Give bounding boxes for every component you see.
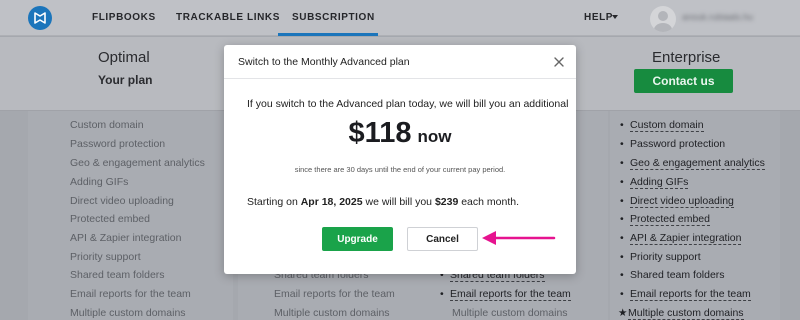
features-enterprise: • Custom domain • Password protection • Geo…	[610, 111, 780, 320]
feature-item: Email reports for the team	[274, 288, 395, 300]
plan-optimal-name: Optimal	[98, 49, 150, 66]
contact-us-button[interactable]: Contact us	[634, 69, 733, 93]
feature-item[interactable]: • Protected embed	[620, 213, 710, 226]
dialog-title: Switch to the Monthly Advanced plan	[238, 56, 410, 68]
close-icon[interactable]	[553, 55, 565, 67]
avatar-icon[interactable]	[650, 6, 676, 32]
monthly-price: $239	[434, 196, 459, 208]
nav-active-indicator	[278, 33, 378, 36]
feature-item: Password protection	[70, 138, 166, 150]
logo-icon[interactable]	[28, 6, 52, 30]
help-menu[interactable]: HELP	[584, 12, 613, 23]
bullet-icon: •	[620, 251, 624, 263]
plan-optimal-status: Your plan	[98, 73, 153, 87]
features-optimal: Custom domain Password protection Geo & …	[28, 111, 233, 320]
pay-period-note: since there are 30 days until the end of…	[294, 165, 506, 174]
bullet-icon: •	[620, 288, 624, 300]
feature-item[interactable]: • Geo & engagement analytics	[620, 157, 765, 170]
upgrade-button[interactable]: Upgrade	[322, 227, 393, 251]
bullet-icon: •	[620, 157, 624, 169]
feature-item: Shared team folders	[70, 269, 165, 281]
feature-item[interactable]: ★Multiple custom domains	[618, 307, 744, 320]
feature-item: Multiple custom domains	[452, 307, 568, 319]
cancel-button[interactable]: Cancel	[407, 227, 478, 251]
feature-item[interactable]: • Adding GIFs	[620, 176, 689, 189]
recurring-billing-text: Starting on Apr 18, 2025 we will bill yo…	[247, 196, 519, 208]
feature-item: Custom domain	[70, 119, 144, 131]
bullet-icon: •	[620, 269, 624, 281]
nav-trackable-links[interactable]: TRACKABLE LINKS	[176, 12, 280, 23]
star-icon: ★	[618, 307, 628, 319]
feature-item: • Password protection	[620, 138, 726, 150]
top-nav: FLIPBOOKS TRACKABLE LINKS SUBSCRIPTION H…	[0, 0, 800, 36]
feature-item: • Priority support	[620, 251, 701, 263]
caret-down-icon[interactable]	[612, 15, 618, 19]
billing-intro-text: If you switch to the Advanced plan today…	[247, 98, 569, 110]
feature-item: • Shared team folders	[620, 269, 725, 281]
nav-flipbooks[interactable]: FLIPBOOKS	[92, 12, 156, 23]
feature-item: API & Zapier integration	[70, 232, 182, 244]
plan-enterprise-name: Enterprise	[652, 49, 721, 66]
price-display: $118 now	[224, 117, 576, 150]
feature-item: Geo & engagement analytics	[70, 157, 205, 169]
feature-item: Multiple custom domains	[70, 307, 186, 319]
feature-item[interactable]: • Email reports for the team	[440, 288, 571, 301]
dialog-header: Switch to the Monthly Advanced plan	[224, 45, 576, 79]
price-amount: $118	[348, 117, 412, 149]
user-name[interactable]: anouk.rubiaals.hu	[682, 12, 772, 22]
nav-subscription[interactable]: SUBSCRIPTION	[292, 12, 375, 23]
feature-item: Multiple custom domains	[274, 307, 390, 319]
feature-item: Direct video uploading	[70, 195, 174, 207]
bullet-icon: •	[440, 288, 444, 300]
feature-item[interactable]: • Direct video uploading	[620, 195, 734, 208]
bullet-icon: •	[620, 176, 624, 188]
price-suffix: now	[417, 127, 452, 146]
bullet-icon: •	[620, 138, 624, 150]
feature-item: Priority support	[70, 251, 141, 263]
feature-item[interactable]: • API & Zapier integration	[620, 232, 742, 245]
bullet-icon: •	[620, 119, 624, 131]
bullet-icon: •	[620, 195, 624, 207]
bullet-icon: •	[620, 232, 624, 244]
feature-item[interactable]: • Custom domain	[620, 119, 704, 132]
bullet-icon: •	[620, 213, 624, 225]
arrow-annotation-icon	[482, 231, 556, 245]
billing-start-date: Apr 18, 2025	[300, 196, 363, 208]
feature-item: Protected embed	[70, 213, 150, 225]
feature-item[interactable]: • Email reports for the team	[620, 288, 751, 301]
feature-item: Adding GIFs	[70, 176, 129, 188]
feature-item: Email reports for the team	[70, 288, 191, 300]
